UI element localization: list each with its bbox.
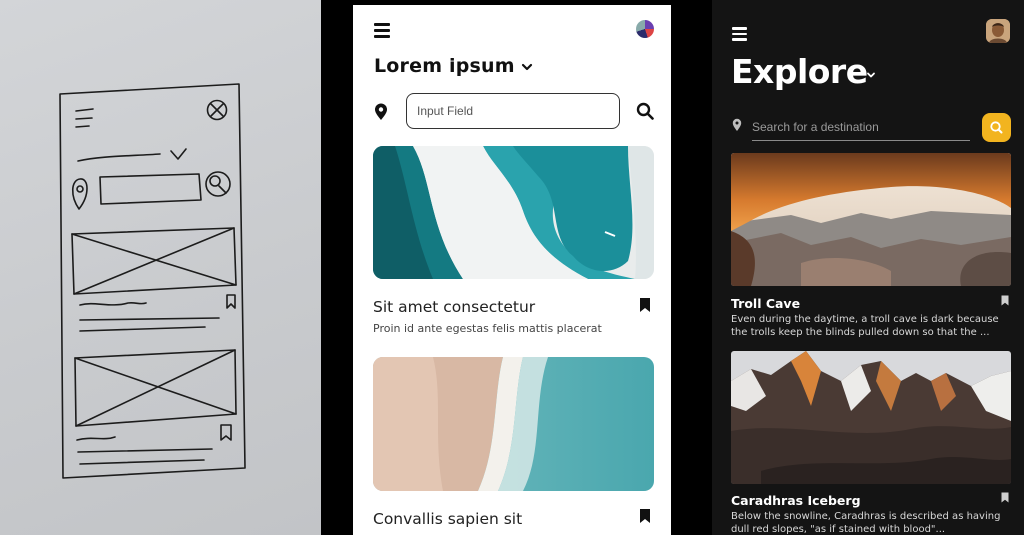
avatar[interactable] <box>986 19 1010 43</box>
location-pin-icon <box>375 103 387 120</box>
chevron-down-icon[interactable] <box>865 69 877 81</box>
card-image-1[interactable] <box>373 146 654 279</box>
sketch-phone-outline <box>59 83 246 479</box>
bookmark-icon[interactable] <box>1001 492 1009 503</box>
card-description-1: Even during the daytime, a troll cave is… <box>731 314 999 338</box>
card-title-1[interactable]: Sit amet consectetur <box>373 298 535 316</box>
page-title: Explore <box>731 52 868 91</box>
card-description-2: Below the snowline, Caradhras is describ… <box>731 511 1001 535</box>
showcase-stage: Lorem ipsum Sit amet co <box>0 0 1024 535</box>
chevron-down-icon[interactable] <box>520 60 534 74</box>
card-subtitle-1: Proin id ante egestas felis mattis place… <box>373 322 602 335</box>
dark-mockup-panel: Explore Search for a destination Troll C… <box>712 0 1024 535</box>
sketch-title-line <box>77 153 161 162</box>
light-mockup-panel: Lorem ipsum Sit amet co <box>353 5 671 535</box>
sketch-search-icon <box>205 171 231 197</box>
card-title-2[interactable]: Caradhras Iceberg <box>731 493 861 508</box>
bookmark-icon[interactable] <box>639 508 651 524</box>
card-image-1[interactable] <box>731 153 1011 286</box>
menu-icon[interactable] <box>732 27 747 41</box>
card-image-2[interactable] <box>373 357 654 491</box>
paper-sketch-panel <box>0 0 321 535</box>
bookmark-icon[interactable] <box>1001 295 1009 306</box>
search-icon <box>990 121 1003 134</box>
sketch-image-box-2 <box>74 349 237 427</box>
sketch-chevron-icon <box>170 148 187 160</box>
menu-icon[interactable] <box>374 23 390 38</box>
search-input[interactable] <box>406 93 620 129</box>
card-title-1[interactable]: Troll Cave <box>731 296 800 311</box>
sketch-image-box-1 <box>71 227 237 295</box>
card-image-2[interactable] <box>731 351 1011 484</box>
search-button[interactable] <box>982 113 1011 142</box>
wireframe-sketch <box>59 83 246 479</box>
sketch-input-field <box>99 173 202 205</box>
avatar[interactable] <box>636 20 654 38</box>
search-icon[interactable] <box>636 102 654 120</box>
sketch-bookmark-icon-1 <box>226 294 236 309</box>
location-pin-icon <box>732 118 742 131</box>
bookmark-icon[interactable] <box>639 297 651 313</box>
destination-search-input[interactable] <box>752 113 970 141</box>
page-title: Lorem ipsum <box>374 55 515 77</box>
sketch-bookmark-icon-2 <box>220 424 232 441</box>
sketch-menu-icon <box>75 108 94 128</box>
sketch-location-pin-icon <box>71 178 88 210</box>
sketch-close-icon <box>206 99 228 121</box>
card-title-2[interactable]: Convallis sapien sit <box>373 510 522 528</box>
